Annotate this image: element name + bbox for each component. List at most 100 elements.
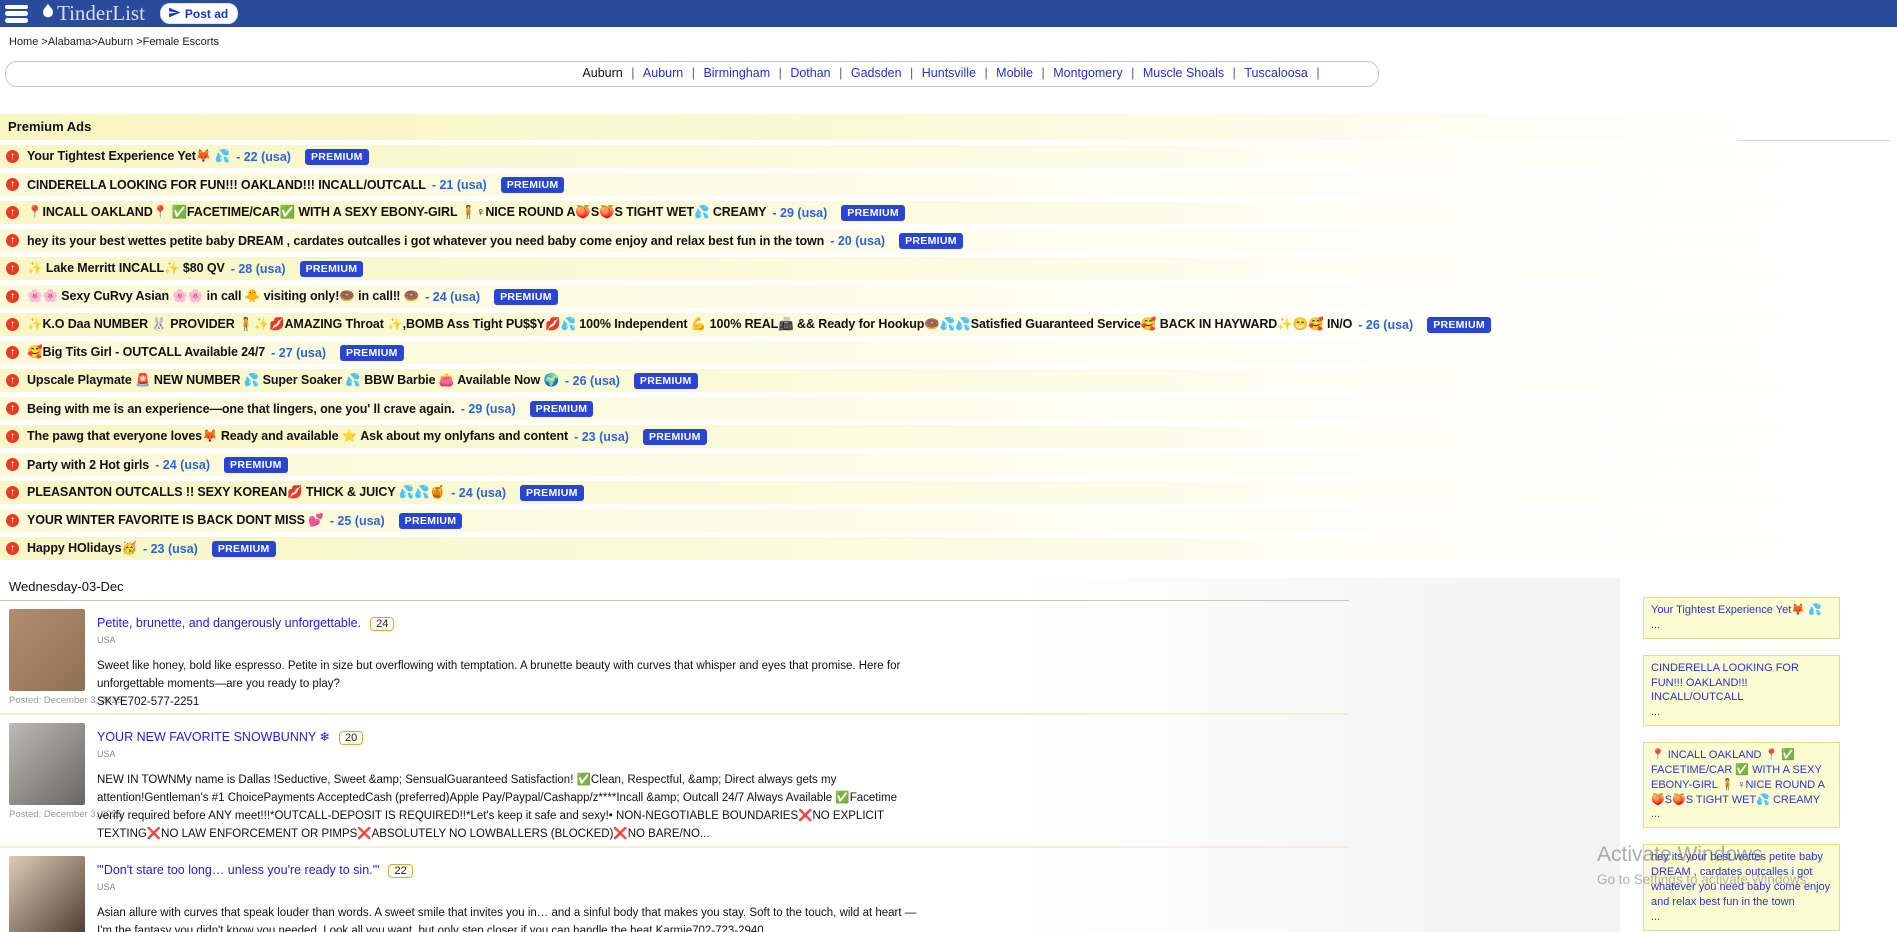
premium-ad-link[interactable]: 🥰Big Tits Girl - OUTCALL Available 24/7 [27, 345, 265, 360]
bump-up-icon: ↑ [6, 206, 19, 219]
premium-ad-link[interactable]: CINDERELLA LOOKING FOR FUN!!! OAKLAND!!!… [27, 178, 426, 192]
premium-ad-link[interactable]: ✨ Lake Merritt INCALL✨ $80 QV [27, 261, 225, 276]
premium-ad-row: ↑ ✨ Lake Merritt INCALL✨ $80 QV - 28 (usa)… [0, 257, 1897, 280]
post-ad-button[interactable]: Post ad [160, 3, 238, 24]
separator: | [981, 66, 991, 80]
premium-badge: PREMIUM [643, 429, 707, 445]
premium-ad-link[interactable]: YOUR WINTER FAVORITE IS BACK DONT MISS 💕 [27, 513, 324, 528]
bump-up-icon: ↑ [6, 318, 19, 331]
bump-up-icon: ↑ [6, 514, 19, 527]
sidebar-ad-box[interactable]: CINDERELLA LOOKING FOR FUN!!! OAKLAND!!!… [1643, 655, 1840, 726]
site-logo[interactable]: TinderList [40, 1, 145, 26]
city-link-birmingham[interactable]: Birmingham [703, 66, 770, 80]
location-label: USA [97, 635, 927, 645]
listing-content: "'Don't stare too long… unless you're re… [97, 856, 927, 932]
premium-ads-section: Premium Ads ↑Your Tightest Experience Ye… [0, 114, 1897, 560]
premium-ad-row: ↑PLEASANTON OUTCALLS !! SEXY KOREAN💋 THI… [0, 481, 1897, 504]
listing-title-link[interactable]: "'Don't stare too long… unless you're re… [97, 863, 379, 877]
listing-photo-column: Posted: December 3, 2025 [9, 609, 97, 711]
listing-title-row: Petite, brunette, and dangerously unforg… [97, 614, 927, 632]
premium-ad-row: ↑Your Tightest Experience Yet🦊 💦- 22 (us… [0, 145, 1897, 168]
premium-badge: PREMIUM [1427, 317, 1491, 333]
premium-ad-link[interactable]: Being with me is an experience—one that … [27, 402, 455, 416]
top-nav-bar: TinderList Post ad [0, 0, 1897, 27]
city-link-montgomery[interactable]: Montgomery [1053, 66, 1122, 80]
premium-badge: PREMIUM [305, 149, 369, 165]
listing-photo[interactable] [9, 856, 85, 932]
premium-ad-link[interactable]: hey its your best wettes petite baby DRE… [27, 234, 824, 248]
premium-badge: PREMIUM [340, 345, 404, 361]
sidebar-ad-link[interactable]: Your Tightest Experience Yet🦊 💦 [1651, 603, 1832, 618]
premium-ad-link[interactable]: PLEASANTON OUTCALLS !! SEXY KOREAN💋 THIC… [27, 485, 445, 500]
bump-up-icon: ↑ [6, 402, 19, 415]
city-link-mobile[interactable]: Mobile [996, 66, 1033, 80]
premium-ad-row: ↑The pawg that everyone loves🦊 Ready and… [0, 425, 1897, 448]
separator: | [907, 66, 917, 80]
premium-ad-row: ↑ 🥰Big Tits Girl - OUTCALL Available 24/7… [0, 341, 1897, 364]
premium-ad-link[interactable]: The pawg that everyone loves🦊 Ready and … [27, 429, 568, 444]
premium-ad-age: - 23 (usa) [574, 430, 629, 444]
premium-badge: PREMIUM [494, 289, 558, 305]
listing-photo-column: Posted: December 3, 2025 [9, 723, 97, 843]
sidebar-premium-column: Your Tightest Experience Yet🦊 💦...CINDER… [1643, 597, 1840, 932]
location-label: USA [97, 749, 927, 759]
premium-ad-link[interactable]: Happy HOlidays🥳 [27, 541, 137, 556]
listing-photo[interactable] [9, 609, 85, 691]
separator: | [1128, 66, 1138, 80]
city-link-dothan[interactable]: Dothan [790, 66, 830, 80]
city-link-auburn[interactable]: Auburn [643, 66, 683, 80]
premium-badge: PREMIUM [399, 513, 463, 529]
city-link-tuscaloosa[interactable]: Tuscaloosa [1244, 66, 1307, 80]
premium-ad-age: - 28 (usa) [231, 262, 286, 276]
sidebar-ad-link[interactable]: CINDERELLA LOOKING FOR FUN!!! OAKLAND!!!… [1651, 661, 1832, 706]
bump-up-icon: ↑ [6, 374, 19, 387]
bump-up-icon: ↑ [6, 346, 19, 359]
listing-content: Petite, brunette, and dangerously unforg… [97, 609, 927, 711]
location-label: USA [97, 882, 927, 892]
premium-ad-age: - 21 (usa) [432, 178, 487, 192]
premium-ad-link[interactable]: Upscale Playmate 🚨 NEW NUMBER 💦 Super So… [27, 373, 559, 388]
premium-ad-link[interactable]: 🌸🌸 Sexy CuRvy Asian 🌸🌸 in call 🐥 visitin… [27, 289, 419, 304]
premium-ad-age: - 24 (usa) [451, 486, 506, 500]
listing-photo[interactable] [9, 723, 85, 805]
separator: | [1313, 66, 1320, 80]
separator: | [775, 66, 785, 80]
listing-content: YOUR NEW FAVORITE SNOWBUNNY ❄20USANEW IN… [97, 723, 927, 843]
bump-up-icon: ↑ [6, 262, 19, 275]
premium-ad-link[interactable]: 📍INCALL OAKLAND📍 ✅FACETIME/CAR✅ WITH A S… [27, 205, 766, 220]
listing-title-link[interactable]: Petite, brunette, and dangerously unforg… [97, 616, 361, 630]
city-link-gadsden[interactable]: Gadsden [851, 66, 902, 80]
premium-ad-age: - 24 (usa) [155, 458, 210, 472]
sidebar-ad-box[interactable]: hey its your best wettes petite baby DRE… [1643, 844, 1840, 930]
premium-ad-age: - 20 (usa) [830, 234, 885, 248]
listing-item: Posted: December 3, 2025Petite, brunette… [0, 601, 1349, 715]
ellipsis: ... [1651, 910, 1832, 925]
city-link-muscle-shoals[interactable]: Muscle Shoals [1143, 66, 1224, 80]
sidebar-ad-link[interactable]: 📍 INCALL OAKLAND 📍 ✅ FACETIME/CAR ✅ WITH… [1651, 748, 1832, 807]
post-ad-label: Post ad [185, 7, 228, 21]
breadcrumb[interactable]: Home >Alabama>Auburn >Female Escorts [0, 27, 1897, 48]
premium-ad-row: ↑🌸🌸 Sexy CuRvy Asian 🌸🌸 in call 🐥 visiti… [0, 285, 1897, 308]
listing-title-link[interactable]: YOUR NEW FAVORITE SNOWBUNNY ❄ [97, 730, 330, 744]
sidebar-ad-link[interactable]: hey its your best wettes petite baby DRE… [1651, 850, 1832, 909]
premium-ad-link[interactable]: Party with 2 Hot girls [27, 458, 149, 472]
separator: | [836, 66, 846, 80]
city-link-huntsville[interactable]: Huntsville [922, 66, 976, 80]
premium-ad-age: - 26 (usa) [1358, 318, 1413, 332]
separator: | [1038, 66, 1048, 80]
city-link-auburn[interactable]: Auburn [582, 66, 622, 80]
listings: Posted: December 3, 2025Petite, brunette… [0, 601, 1897, 932]
premium-ad-row: ↑ 📍INCALL OAKLAND📍 ✅FACETIME/CAR✅ WITH A … [0, 201, 1897, 224]
premium-ad-row: ↑Happy HOlidays🥳- 23 (usa)PREMIUM [0, 537, 1897, 560]
premium-ad-row: ↑Party with 2 Hot girls- 24 (usa)PREMIUM [0, 453, 1897, 476]
menu-icon[interactable] [5, 5, 28, 23]
ellipsis: ... [1651, 705, 1832, 720]
listing-photo-column: Posted: December 3, 2025 [9, 856, 97, 932]
listing-item: Posted: December 3, 2025YOUR NEW FAVORIT… [0, 715, 1349, 847]
premium-section-title: Premium Ads [0, 114, 1897, 140]
sidebar-ad-box[interactable]: 📍 INCALL OAKLAND 📍 ✅ FACETIME/CAR ✅ WITH… [1643, 742, 1840, 828]
premium-badge: PREMIUM [300, 261, 364, 277]
premium-ad-link[interactable]: Your Tightest Experience Yet🦊 💦 [27, 149, 230, 164]
sidebar-ad-box[interactable]: Your Tightest Experience Yet🦊 💦... [1643, 597, 1840, 639]
premium-ad-link[interactable]: ✨K.O Daa NUMBER 🐰 PROVIDER 🧍✨💋AMAZING Th… [27, 317, 1352, 332]
